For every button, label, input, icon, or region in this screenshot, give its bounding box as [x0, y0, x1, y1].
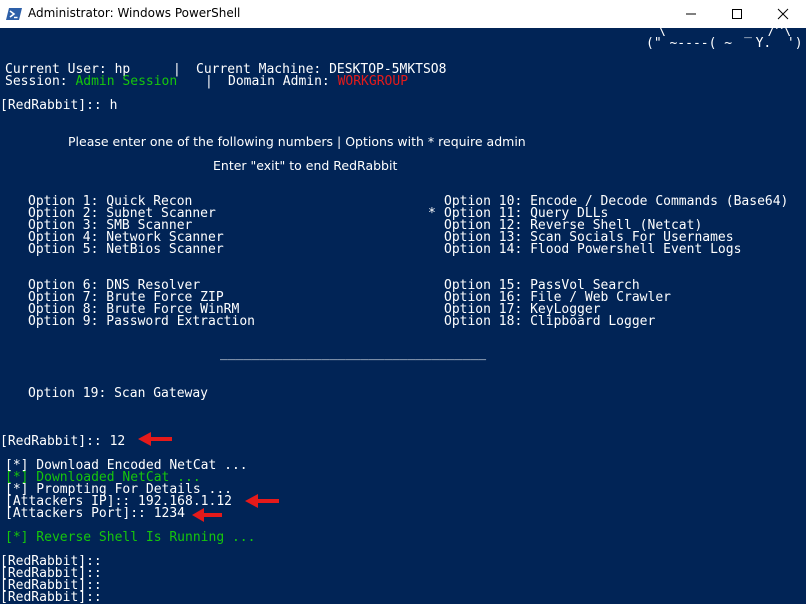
- admin-marker: *: [428, 206, 436, 221]
- prompt-line: [RedRabbit]::: [0, 590, 102, 604]
- window-title: Administrator: Windows PowerShell: [28, 6, 241, 20]
- attackers-port-line: [Attackers Port]:: 1234: [5, 506, 186, 521]
- option-19: Option 19: Scan Gateway: [28, 386, 209, 401]
- maximize-button[interactable]: [714, 0, 760, 28]
- session-line: Session: Admin Session | Domain Admin: WOR…: [5, 74, 408, 89]
- minimize-button[interactable]: [668, 0, 714, 28]
- command: h: [109, 98, 118, 113]
- status-separator: |: [205, 74, 213, 89]
- domain-value: WORKGROUP: [337, 74, 409, 89]
- console-output[interactable]: \ _ /^\ (" ~----( ~ Y. ') Current User: …: [0, 28, 806, 604]
- prompt: [RedRabbit]::: [0, 434, 102, 449]
- session-label: Session:: [5, 74, 68, 89]
- prompt: [RedRabbit]::: [0, 98, 102, 113]
- ascii-art-line: (" ~----( ~ Y. '): [646, 36, 803, 51]
- title-bar: Administrator: Windows PowerShell: [0, 0, 806, 28]
- maximize-icon: [732, 9, 742, 19]
- powershell-icon: [6, 8, 22, 20]
- running-status-line: [*] Reverse Shell Is Running ...: [5, 530, 256, 545]
- red-arrow-icon: [245, 494, 279, 508]
- option-9: Option 9: Password Extraction: [28, 314, 255, 329]
- close-icon: [777, 8, 789, 20]
- help-line: Please enter one of the following number…: [68, 134, 526, 149]
- red-arrow-icon: [192, 508, 222, 522]
- help-exit-line: Enter "exit" to end RedRabbit: [213, 158, 398, 173]
- prompt-line: [RedRabbit]:: h: [0, 98, 118, 113]
- minimize-icon: [686, 13, 696, 15]
- prompt-line-selection: [RedRabbit]:: 12: [0, 434, 126, 449]
- option-14: Option 14: Flood Powershell Event Logs: [444, 242, 742, 257]
- selected-option: 12: [109, 434, 126, 449]
- domain-label: Domain Admin:: [228, 74, 330, 89]
- red-arrow-icon: [138, 432, 172, 446]
- close-button[interactable]: [760, 0, 806, 28]
- option-18: Option 18: Clipboard Logger: [444, 314, 656, 329]
- session-value: Admin Session: [75, 74, 178, 89]
- option-5: Option 5: NetBios Scanner: [28, 242, 224, 257]
- divider: __________________________________: [220, 346, 487, 361]
